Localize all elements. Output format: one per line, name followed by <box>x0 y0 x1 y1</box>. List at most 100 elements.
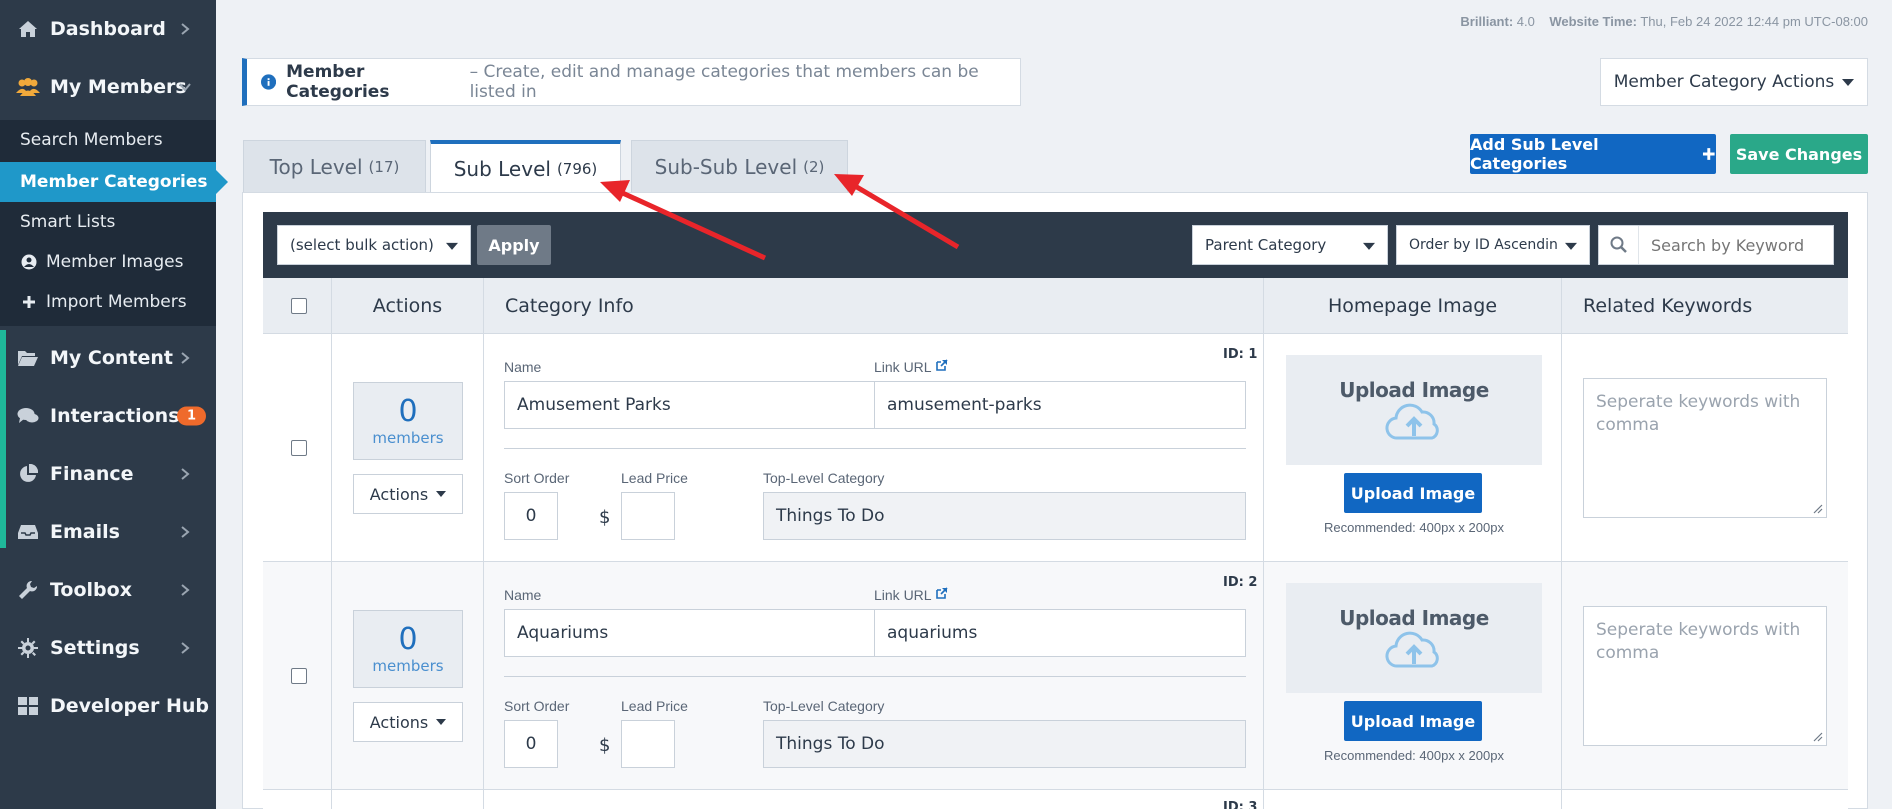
upload-image-dropzone[interactable]: Upload Image <box>1286 583 1542 693</box>
name-label: Name <box>504 587 542 603</box>
lead-price-label: Lead Price <box>621 698 688 714</box>
sidebar-item-label: My Content <box>50 347 174 369</box>
sidebar-item-interactions[interactable]: Interactions 1 <box>0 387 216 445</box>
user-circle-icon <box>20 253 38 271</box>
col-category-info-header: Category Info <box>483 278 1263 334</box>
sidebar-subitem-import-members[interactable]: Import Members <box>0 282 216 322</box>
brand-version: 4.0 <box>1516 14 1535 29</box>
sidebar-item-finance[interactable]: Finance <box>0 445 216 503</box>
upload-image-dropzone[interactable]: Upload Image <box>1286 355 1542 465</box>
upload-image-button[interactable]: Upload Image <box>1344 473 1482 513</box>
sidebar-item-label: Interactions <box>50 405 180 427</box>
tab-sub-sub-level[interactable]: Sub-Sub Level (2) <box>631 140 848 192</box>
resize-handle-icon[interactable] <box>1813 504 1823 514</box>
field-divider <box>504 676 1246 677</box>
save-changes-button[interactable]: Save Changes <box>1730 134 1868 174</box>
header-label: Homepage Image <box>1327 295 1498 317</box>
brand-label: Brilliant: <box>1460 14 1514 29</box>
sort-order-label: Sort Order <box>504 698 570 714</box>
recommended-size-hint: Recommended: 400px x 200px <box>1324 520 1504 535</box>
caret-down-icon <box>1565 242 1577 250</box>
sidebar-item-emails[interactable]: Emails <box>0 503 216 561</box>
sidebar-item-my-members[interactable]: My Members <box>0 58 216 116</box>
textarea-placeholder: Seperate keywords with comma <box>1596 620 1801 663</box>
members-count-box[interactable]: 0 members <box>353 610 463 688</box>
bulk-action-select[interactable]: (select bulk action) <box>277 225 471 265</box>
sidebar-subitem-member-images[interactable]: Member Images <box>0 242 216 282</box>
header-label: Category Info <box>505 295 634 317</box>
sidebar-item-toolbox[interactable]: Toolbox <box>0 561 216 619</box>
sort-order-input[interactable]: 0 <box>504 720 558 768</box>
select-all-checkbox[interactable] <box>291 298 307 314</box>
sidebar-subitem-smart-lists[interactable]: Smart Lists <box>0 202 216 242</box>
order-by-select[interactable]: Order by ID Ascendin <box>1396 225 1590 265</box>
column-divider <box>483 562 484 789</box>
sidebar-item-dashboard[interactable]: Dashboard <box>0 0 216 58</box>
tab-top-level[interactable]: Top Level (17) <box>243 140 426 192</box>
members-count-box[interactable]: 0 members <box>353 382 463 460</box>
notification-badge: 1 <box>176 406 206 426</box>
table-row: 0 members Actions ID: 1 Name Link URL Am… <box>263 334 1848 562</box>
lead-price-input[interactable] <box>621 720 675 768</box>
column-divider <box>1561 790 1562 809</box>
chevron-right-icon <box>181 526 190 538</box>
member-category-actions-dropdown[interactable]: Member Category Actions <box>1600 58 1868 106</box>
row-actions-dropdown[interactable]: Actions <box>353 474 463 514</box>
tab-count: (17) <box>368 157 400 176</box>
column-divider <box>483 334 484 561</box>
resize-handle-icon[interactable] <box>1813 732 1823 742</box>
sidebar-item-my-content[interactable]: My Content <box>0 329 216 387</box>
add-sub-level-categories-button[interactable]: Add Sub Level Categories <box>1470 134 1716 174</box>
caret-down-icon <box>446 242 458 250</box>
search-input[interactable] <box>1639 235 1819 255</box>
sidebar-subitem-search-members[interactable]: Search Members <box>0 120 216 160</box>
my-members-submenu: Search Members Member Categories Smart L… <box>0 120 228 326</box>
dropdown-label: Member Category Actions <box>1613 72 1835 92</box>
parent-category-select[interactable]: Parent Category <box>1192 225 1388 265</box>
external-link-icon <box>936 587 948 599</box>
button-label: Actions <box>369 484 429 504</box>
related-keywords-textarea[interactable]: Seperate keywords with comma <box>1583 606 1827 746</box>
header-label: Actions <box>372 295 443 317</box>
comments-icon <box>16 406 40 426</box>
lead-price-label: Lead Price <box>621 470 688 486</box>
apply-button[interactable]: Apply <box>477 225 551 265</box>
tab-sub-level[interactable]: Sub Level (796) <box>430 140 621 193</box>
members-count: 0 <box>398 622 418 657</box>
related-keywords-textarea[interactable]: Seperate keywords with comma <box>1583 378 1827 518</box>
recommended-size-hint: Recommended: 400px x 200px <box>1324 748 1504 763</box>
row-actions-dropdown[interactable]: Actions <box>353 702 463 742</box>
sidebar-subitem-member-categories[interactable]: Member Categories <box>0 162 228 202</box>
chevron-right-icon <box>181 468 190 480</box>
cloud-upload-icon <box>1385 403 1439 440</box>
textarea-placeholder: Seperate keywords with comma <box>1596 392 1801 435</box>
input-value: 0 <box>525 506 537 526</box>
sidebar-item-settings[interactable]: Settings <box>0 619 216 677</box>
sort-order-input[interactable]: 0 <box>504 492 558 540</box>
wrench-icon <box>16 580 40 600</box>
sidebar-item-developer-hub[interactable]: Developer Hub <box>0 677 216 735</box>
pie-chart-icon <box>16 464 40 484</box>
sidebar-item-label: Emails <box>50 521 120 543</box>
cloud-upload-icon <box>1385 631 1439 668</box>
select-value: Parent Category <box>1205 236 1327 254</box>
category-name-input[interactable]: Amusement Parks <box>504 381 876 429</box>
category-name-input[interactable]: Aquariums <box>504 609 876 657</box>
column-divider <box>1561 334 1562 561</box>
members-label: members <box>372 657 444 675</box>
input-value: Aquariums <box>517 623 609 643</box>
chevron-right-icon <box>181 584 190 596</box>
column-divider <box>331 562 332 789</box>
tab-count: (2) <box>803 157 825 176</box>
column-divider <box>1263 562 1264 789</box>
input-value: amusement-parks <box>887 395 1042 415</box>
link-url-input[interactable]: amusement-parks <box>874 381 1246 429</box>
row-checkbox[interactable] <box>291 440 307 456</box>
col-homepage-image-header: Homepage Image <box>1263 278 1561 334</box>
row-checkbox[interactable] <box>291 668 307 684</box>
link-url-input[interactable]: aquariums <box>874 609 1246 657</box>
upload-image-button[interactable]: Upload Image <box>1344 701 1482 741</box>
lead-price-input[interactable] <box>621 492 675 540</box>
input-value: Things To Do <box>776 506 885 526</box>
sidebar-item-label: Developer Hub <box>50 695 209 717</box>
